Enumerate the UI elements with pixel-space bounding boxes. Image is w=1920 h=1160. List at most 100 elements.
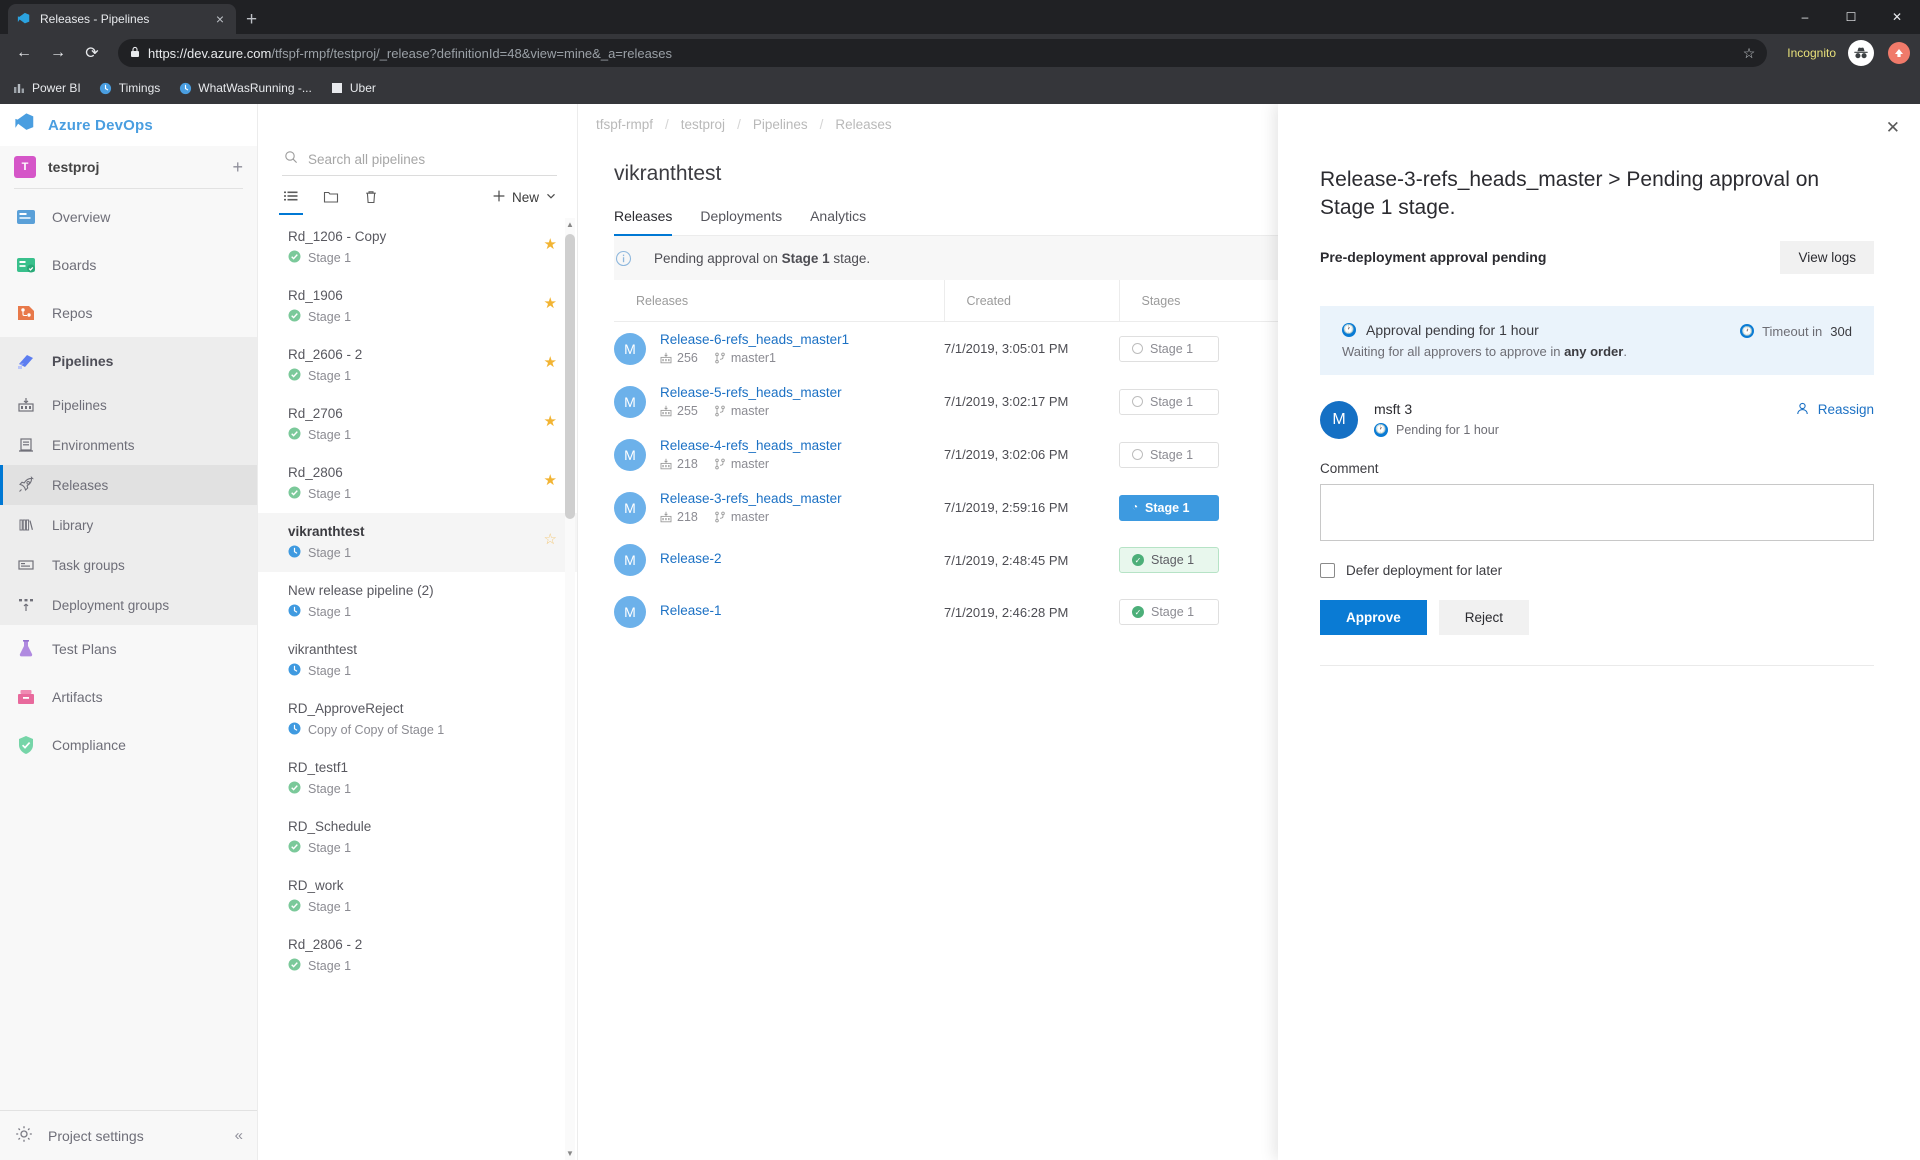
pipeline-list-item[interactable]: New release pipeline (2) Stage 1 <box>258 572 577 631</box>
status-pending-icon <box>288 722 301 738</box>
status-success-icon <box>288 958 301 974</box>
branch-artifact: master <box>714 510 769 524</box>
scroll-down-arrow-icon[interactable]: ▼ <box>565 1149 575 1158</box>
release-link[interactable]: Release-1 <box>660 603 722 618</box>
breadcrumb-item[interactable]: Pipelines <box>753 117 808 132</box>
maximize-button[interactable]: ☐ <box>1828 0 1874 34</box>
pipeline-list-item[interactable]: Rd_1206 - Copy Stage 1 ★ <box>258 218 577 277</box>
project-selector[interactable]: T testproj + <box>0 146 257 188</box>
sidebar-item-releases[interactable]: Releases <box>0 465 257 505</box>
approve-button[interactable]: Approve <box>1320 599 1427 635</box>
bookmark-item[interactable]: WhatWasRunning -... <box>178 81 312 95</box>
back-icon[interactable]: ← <box>10 39 38 67</box>
search-input[interactable]: Search all pipelines <box>282 144 557 176</box>
trash-icon[interactable] <box>362 188 380 206</box>
sidebar-item-pipelines[interactable]: Pipelines <box>0 337 257 385</box>
avatar: M <box>1320 400 1358 439</box>
pipelines-list[interactable]: Rd_1206 - Copy Stage 1 ★ Rd_1906 Stage 1 ★ Rd_… <box>258 218 577 1160</box>
pipeline-list-item[interactable]: Rd_2806 - 2 Stage 1 <box>258 926 577 985</box>
column-header-releases[interactable]: Releases <box>614 280 945 322</box>
project-settings-button[interactable]: Project settings « <box>0 1110 257 1160</box>
column-header-created[interactable]: Created <box>944 280 1120 322</box>
forward-icon[interactable]: → <box>44 39 72 67</box>
view-logs-button[interactable]: View logs <box>1780 240 1874 274</box>
new-tab-button[interactable]: + <box>246 10 257 29</box>
add-icon[interactable]: + <box>232 158 243 176</box>
sidebar-item-compliance[interactable]: Compliance <box>0 721 257 769</box>
sidebar-item-test-plans[interactable]: Test Plans <box>0 625 257 673</box>
pipeline-list-item[interactable]: vikranthtest Stage 1 <box>258 631 577 690</box>
reject-button[interactable]: Reject <box>1438 599 1530 635</box>
tab-close-icon[interactable]: × <box>212 11 228 27</box>
list-view-icon[interactable] <box>279 188 303 215</box>
breadcrumb-item[interactable]: Releases <box>835 117 891 132</box>
sidebar-item-repos[interactable]: Repos <box>0 289 257 337</box>
release-link[interactable]: Release-5-refs_heads_master <box>660 385 842 400</box>
stage-status-badge[interactable]: ◔ Stage 1 <box>1119 494 1219 521</box>
brand-header[interactable]: Azure DevOps <box>0 104 257 146</box>
sidebar-item-boards[interactable]: Boards <box>0 241 257 289</box>
favorite-star-filled-icon[interactable]: ★ <box>544 465 557 489</box>
scroll-up-arrow-icon[interactable]: ▲ <box>565 220 575 229</box>
pipeline-list-item[interactable]: Rd_2706 Stage 1 ★ <box>258 395 577 454</box>
folder-icon[interactable] <box>322 188 340 206</box>
stage-status-badge[interactable]: ✓ Stage 1 <box>1119 547 1219 573</box>
pipeline-list-item[interactable]: RD_testf1 Stage 1 <box>258 749 577 808</box>
new-pipeline-button[interactable]: New <box>492 189 557 206</box>
stage-status-badge[interactable]: Stage 1 <box>1119 388 1219 415</box>
comment-input[interactable] <box>1320 483 1874 541</box>
pipeline-item-stage-label: Stage 1 <box>308 959 352 973</box>
stage-status-badge[interactable]: Stage 1 <box>1119 335 1219 362</box>
pipeline-list-item[interactable]: vikranthtest Stage 1 ☆ <box>258 513 577 572</box>
pipeline-list-item[interactable]: Rd_2606 - 2 Stage 1 ★ <box>258 336 577 395</box>
release-link[interactable]: Release-3-refs_heads_master <box>660 491 842 506</box>
sidebar-item-artifacts[interactable]: Artifacts <box>0 673 257 721</box>
pipelines-scroll-thumb[interactable] <box>565 234 575 519</box>
breadcrumb-item[interactable]: tfspf-rmpf <box>596 117 653 132</box>
collapse-icon[interactable]: « <box>235 1127 243 1144</box>
bookmark-item[interactable]: Power BI <box>12 81 81 95</box>
defer-row[interactable]: Defer deployment for later <box>1320 562 1874 578</box>
pipeline-list-item[interactable]: RD_ApproveReject Copy of Copy of Stage 1 <box>258 690 577 749</box>
release-link[interactable]: Release-6-refs_heads_master1 <box>660 332 849 347</box>
tab-releases[interactable]: Releases <box>614 208 673 236</box>
stage-status-badge[interactable]: ✓ Stage 1 <box>1119 599 1219 625</box>
sidebar-item-deployment-groups[interactable]: Deployment groups <box>0 585 257 625</box>
favorite-star-filled-icon[interactable]: ★ <box>544 406 557 430</box>
bookmark-item[interactable]: Timings <box>99 81 160 95</box>
address-bar[interactable]: https://dev.azure.com/tfspf-rmpf/testpro… <box>118 39 1768 67</box>
profile-avatar[interactable] <box>1888 42 1910 64</box>
release-link[interactable]: Release-2 <box>660 551 722 566</box>
pipeline-list-item[interactable]: RD_Schedule Stage 1 <box>258 808 577 867</box>
sidebar-item-pipelines-sub[interactable]: Pipelines <box>0 385 257 425</box>
favorite-star-filled-icon[interactable]: ★ <box>544 229 557 253</box>
approver-section: M msft 3 🕐 Pending for 1 hour Reassign C… <box>1278 375 1920 666</box>
reload-icon[interactable]: ⟳ <box>78 39 106 67</box>
pipeline-list-item[interactable]: Rd_2806 Stage 1 ★ <box>258 454 577 513</box>
browser-window: Releases - Pipelines × + – ☐ ✕ ← → ⟳ htt… <box>0 0 1920 1160</box>
favorite-star-filled-icon[interactable]: ★ <box>544 288 557 312</box>
sidebar-item-task-groups[interactable]: Task groups <box>0 545 257 585</box>
sidebar-item-environments[interactable]: Environments <box>0 425 257 465</box>
bookmark-item[interactable]: Uber <box>330 81 376 95</box>
sidebar-item-overview[interactable]: Overview <box>0 193 257 241</box>
pipeline-list-item[interactable]: Rd_1906 Stage 1 ★ <box>258 277 577 336</box>
release-link[interactable]: Release-4-refs_heads_master <box>660 438 842 453</box>
pipeline-list-item[interactable]: RD_work Stage 1 <box>258 867 577 926</box>
defer-checkbox[interactable] <box>1320 562 1335 578</box>
release-cell-inner: M Release-1 <box>614 596 944 628</box>
stage-status-badge[interactable]: Stage 1 <box>1119 441 1219 468</box>
bookmarks-bar: Power BI Timings WhatWasRunning -... Ube… <box>0 72 1920 104</box>
close-window-button[interactable]: ✕ <box>1874 0 1920 34</box>
breadcrumb-item[interactable]: testproj <box>681 117 725 132</box>
minimize-button[interactable]: – <box>1782 0 1828 34</box>
tab-deployments[interactable]: Deployments <box>700 208 782 235</box>
tab-analytics[interactable]: Analytics <box>810 208 866 235</box>
favorite-star-filled-icon[interactable]: ★ <box>544 347 557 371</box>
favorite-star-outline-icon[interactable]: ☆ <box>544 524 557 548</box>
browser-tab[interactable]: Releases - Pipelines × <box>8 4 236 34</box>
sidebar-item-library[interactable]: Library <box>0 505 257 545</box>
reassign-button[interactable]: Reassign <box>1795 401 1874 419</box>
close-icon[interactable]: ✕ <box>1886 118 1900 138</box>
bookmark-star-icon[interactable]: ☆ <box>1733 45 1756 62</box>
